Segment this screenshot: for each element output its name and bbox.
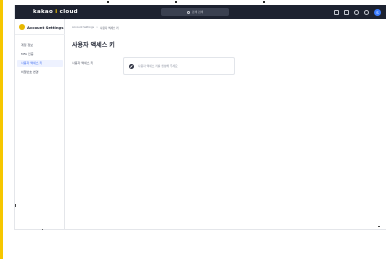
top-tick (175, 1, 177, 3)
document-icon[interactable] (344, 9, 349, 15)
breadcrumb: Account Settings > 사용자 액세스 키 (72, 26, 118, 30)
kakao-cloud-logo[interactable]: kakao i cloud (33, 5, 78, 19)
search-placeholder: 검색 검색 (191, 10, 204, 14)
help-icon[interactable] (354, 9, 359, 15)
main-content: Account Settings > 사용자 액세스 키 사용자 액세스 키 사… (66, 19, 386, 229)
window-bottom-edge (14, 229, 386, 230)
breadcrumb-current: 사용자 액세스 키 (100, 27, 119, 30)
user-avatar[interactable]: S (374, 8, 381, 16)
page-title: 사용자 액세스 키 (72, 42, 115, 49)
logo-suffix: cloud (57, 9, 78, 15)
access-key-card[interactable]: 사용자 액세스 키를 생성해 주세요 (123, 57, 235, 75)
left-accent-bar (0, 0, 3, 259)
top-header: kakao i cloud 검색 검색 S (15, 5, 386, 19)
app-window: kakao i cloud 검색 검색 S Account Settings 계… (14, 5, 386, 229)
notification-icon[interactable] (364, 9, 369, 15)
footer-mark (42, 229, 43, 230)
access-key-row-label: 사용자 액세스 키 (72, 61, 94, 65)
sidebar-item-mfa[interactable]: MFA 인증 (17, 51, 63, 58)
header-actions: S (334, 8, 381, 16)
sidebar-item-account-info[interactable]: 계정 정보 (17, 42, 63, 49)
global-search-bar[interactable]: 검색 검색 (161, 8, 229, 16)
access-key-card-text: 사용자 액세스 키를 생성해 주세요 (138, 64, 178, 68)
expand-icon[interactable] (334, 9, 339, 15)
sidebar-divider (15, 34, 65, 35)
account-settings-logo-icon (19, 24, 25, 30)
top-tick (263, 1, 265, 3)
logo-prefix: kakao (33, 9, 56, 15)
sidebar: Account Settings 계정 정보 MFA 인증 사용자 액세스 키 … (15, 19, 65, 229)
sidebar-header: Account Settings (19, 24, 64, 30)
key-icon (129, 63, 134, 69)
scroll-indicator (15, 204, 16, 207)
top-tick (107, 1, 109, 3)
sidebar-item-password[interactable]: 비밀번호 변경 (17, 69, 63, 76)
corner-mark (378, 226, 380, 227)
breadcrumb-separator: > (95, 26, 99, 29)
search-icon (186, 10, 190, 14)
breadcrumb-root[interactable]: Account Settings (72, 26, 94, 30)
sidebar-title: Account Settings (27, 24, 64, 30)
sidebar-item-access-key[interactable]: 사용자 액세스 키 (17, 60, 63, 67)
